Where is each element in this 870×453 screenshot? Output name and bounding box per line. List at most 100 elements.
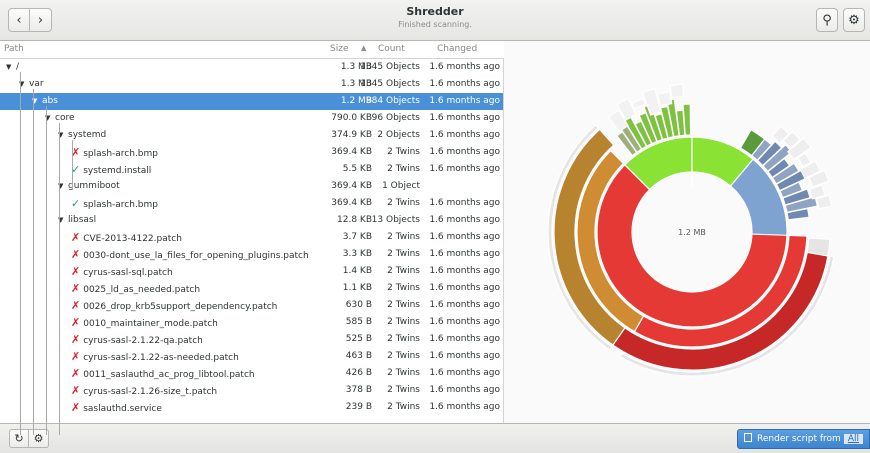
tree-row[interactable]: ▼ libsasl 12.8 KB 13 Objects 1.6 months ago — [0, 212, 503, 229]
gear-icon: ⚙ — [848, 12, 860, 28]
column-path[interactable]: Path — [4, 44, 24, 54]
tree-row[interactable]: ▼ abs 1.2 MB 984 Objects 1.6 months ago — [0, 93, 503, 110]
tree-row-label: cyrus-sasl-sql.patch — [83, 268, 173, 278]
settings-button[interactable]: ⚙ — [843, 8, 865, 32]
tree-row-count: 984 Objects — [365, 96, 420, 106]
tree-row-name-cell: ▼ abs — [32, 93, 58, 110]
tree-row-count: 2 Twins — [387, 198, 420, 208]
tree-row-size: 378 B — [345, 385, 372, 395]
search-button[interactable]: ⚲ — [816, 8, 838, 32]
footer-bar: ↻ ⚙ Render script from All — [0, 423, 870, 453]
tree-row-label: cyrus-sasl-2.1.26-size_t.patch — [83, 387, 218, 397]
tree-row[interactable]: ✗ 0030-dont_use_la_files_for_opening_plug… — [0, 246, 503, 263]
tree-row-changed: 1.6 months ago — [429, 334, 500, 344]
tree-row[interactable]: ✓ splash-arch.bmp 369.4 KB 2 Twins 1.6 month… — [0, 195, 503, 212]
sunburst-center-label: 1.2 MB — [678, 228, 706, 237]
tree-row-label: var — [29, 79, 44, 89]
tree-row[interactable]: ✗ CVE-2013-4122.patch 3.7 KB 2 Twins 1.6 mon… — [0, 229, 503, 246]
tree-row[interactable]: ▼/1.3 MB 1345 Objects 1.6 months ago — [0, 59, 503, 76]
tree-row-changed: 1.6 months ago — [429, 164, 500, 174]
title-box: Shredder Finished scanning. — [0, 5, 870, 31]
tree-row-label: 0026_drop_krb5support_dependency.patch — [83, 302, 278, 312]
tree-row[interactable]: ✗ splash-arch.bmp 369.4 KB 2 Twins 1.6 month… — [0, 144, 503, 161]
render-scope-all[interactable]: All — [843, 434, 863, 444]
tree-row[interactable]: ✗ 0025_ld_as_needed.patch 1.1 KB 2 Twins 1.6… — [0, 280, 503, 297]
tree-row-name-cell: ▼ var — [19, 76, 44, 93]
window-title: Shredder — [406, 5, 464, 18]
tree-row[interactable]: ▼ gummiboot 369.4 KB 1 Object — [0, 178, 503, 195]
duplicate-cross-icon: ✗ — [71, 384, 81, 397]
tree-row[interactable]: ✗ 0011_saslauthd_ac_prog_libtool.patch 426… — [0, 365, 503, 382]
tree-row-size: 369.4 KB — [331, 147, 372, 157]
tree-row-count: 2 Twins — [387, 266, 420, 276]
footer-button-group: ↻ ⚙ — [9, 429, 49, 448]
duplicate-cross-icon: ✗ — [71, 299, 81, 312]
render-script-button[interactable]: Render script from All — [737, 429, 870, 449]
tree-row-count: 2 Twins — [387, 249, 420, 259]
sunburst-chart[interactable]: 1.2 MB — [504, 41, 870, 423]
sunburst-segment[interactable] — [806, 237, 831, 257]
tree-row-size: 426 B — [345, 368, 372, 378]
tree-row-changed: 1.6 months ago — [429, 402, 500, 412]
tree-row-size: 790.0 KB — [331, 113, 372, 123]
document-icon — [744, 433, 753, 442]
tree-row-changed: 1.6 months ago — [429, 113, 500, 123]
tree-row-changed: 1.6 months ago — [429, 62, 500, 72]
tree-row-count: 1345 Objects — [360, 79, 420, 89]
tree-row[interactable]: ✗ cyrus-sasl-sql.patch 1.4 KB 2 Twins 1.6 mo… — [0, 263, 503, 280]
sunburst-segment[interactable] — [669, 83, 685, 99]
duplicate-cross-icon: ✗ — [71, 367, 81, 380]
header-bar: ‹ › Shredder Finished scanning. ⚲ ⚙ — [0, 0, 870, 41]
column-changed[interactable]: Changed — [437, 44, 477, 54]
column-count[interactable]: Count — [378, 44, 405, 54]
tree-row[interactable]: ▼ var 1.3 MB 1345 Objects 1.6 months ago — [0, 76, 503, 93]
tree-row-name-cell: ▼ systemd — [58, 127, 106, 144]
duplicate-cross-icon: ✗ — [71, 282, 81, 295]
sunburst-chart-pane: 1.2 MB — [504, 41, 870, 423]
tree-row-label: systemd — [68, 130, 107, 140]
tree-row[interactable]: ✗ 0010_maintainer_mode.patch 585 B 2 Twins 1… — [0, 314, 503, 331]
column-header: Path Size ▲ Count Changed — [0, 41, 504, 59]
tree-row-name-cell: ✗ saslauthd.service — [71, 399, 162, 418]
tree-row-changed: 1.6 months ago — [429, 147, 500, 157]
tree-row-label: libsasl — [68, 215, 97, 225]
tree-row[interactable]: ✗ cyrus-sasl-2.1.26-size_t.patch 378 B 2 Tw… — [0, 382, 503, 399]
tree-row-name-cell: ▼ / — [6, 59, 19, 76]
tree-guide-line — [46, 106, 47, 435]
header-right-buttons: ⚲ ⚙ — [816, 8, 870, 32]
tree-row[interactable]: ▼ core 790.0 KB 96 Objects 1.6 months ago — [0, 110, 503, 127]
original-check-icon: ✓ — [71, 197, 81, 210]
tree-row-changed: 1.6 months ago — [429, 198, 500, 208]
tree-row[interactable]: ▼ systemd 374.9 KB 2 Objects 1.6 months ago — [0, 127, 503, 144]
render-script-label: Render script from — [757, 434, 841, 444]
tree-row[interactable]: ✗ cyrus-sasl-2.1.22-qa.patch 525 B 2 Twins 1… — [0, 331, 503, 348]
refresh-button[interactable]: ↻ — [9, 429, 29, 448]
tree-row-changed: 1.6 months ago — [429, 249, 500, 259]
tree-row-changed: 1.6 months ago — [429, 317, 500, 327]
tree-row-changed: 1.6 months ago — [429, 300, 500, 310]
search-icon: ⚲ — [822, 12, 832, 28]
window-subtitle: Finished scanning. — [398, 20, 472, 29]
tree-row-count: 2 Objects — [377, 130, 420, 140]
tree-row-size: 12.8 KB — [337, 215, 372, 225]
tree-row-label: splash-arch.bmp — [83, 200, 159, 210]
tree-row-label: 0011_saslauthd_ac_prog_libtool.patch — [83, 370, 255, 380]
tree-row-changed: 1.6 months ago — [429, 266, 500, 276]
sort-ascending-icon: ▲ — [361, 44, 367, 52]
column-size[interactable]: Size — [330, 44, 348, 54]
tree-row-count: 2 Twins — [387, 147, 420, 157]
duplicate-cross-icon: ✗ — [71, 401, 81, 414]
tree-row-count: 1 Object — [382, 181, 420, 191]
tree-row-size: 1.1 KB — [342, 283, 372, 293]
sunburst-segment[interactable] — [656, 91, 673, 107]
tree-row[interactable]: ✗ cyrus-sasl-2.1.22-as-needed.patch 463 B 2… — [0, 348, 503, 365]
tree-row-changed: 1.6 months ago — [429, 368, 500, 378]
tree-row-changed: 1.6 months ago — [429, 385, 500, 395]
tree-row[interactable]: ✗ saslauthd.service 239 B 2 Twins 1.6 months… — [0, 399, 503, 416]
tree-row-name-cell: ▼ libsasl — [58, 212, 96, 229]
expander-arrow-icon[interactable]: ▼ — [6, 59, 16, 76]
tree-row[interactable]: ✗ 0026_drop_krb5support_dependency.patch 6… — [0, 297, 503, 314]
tree-row[interactable]: ✓ systemd.install 5.5 KB 2 Twins 1.6 months … — [0, 161, 503, 178]
tree-row-count: 2 Twins — [387, 402, 420, 412]
duplicate-cross-icon: ✗ — [71, 248, 81, 261]
